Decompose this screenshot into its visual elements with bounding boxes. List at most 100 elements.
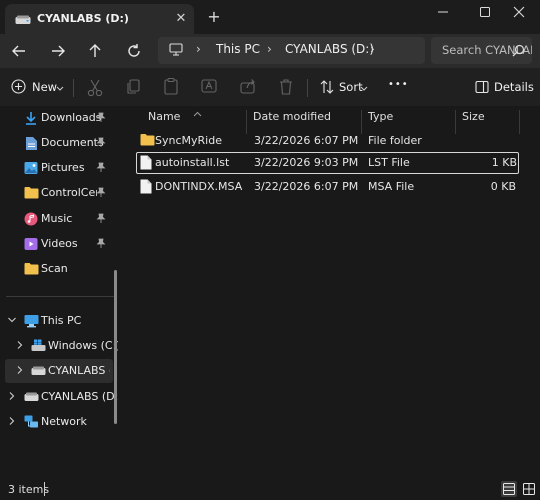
chevron-right-icon[interactable] [7,391,17,404]
sidebar-divider [6,296,114,297]
column-header-date-modified[interactable]: Date modified [253,110,331,123]
sidebar-item-label: Downloads [41,111,102,124]
breadcrumb-this-pc[interactable]: This PC [216,42,260,56]
column-header-size[interactable]: Size [462,110,485,123]
rename-icon[interactable] [200,68,218,106]
windows-drive-icon [31,339,46,355]
file-type: File folder [368,134,422,147]
file-date: 3/22/2026 6:07 PM [254,180,359,193]
search-icon [512,44,525,60]
new-label: New [32,80,58,94]
details-button[interactable]: Details [473,68,534,106]
close-window-icon[interactable] [508,2,530,22]
chevron-down-icon[interactable] [7,315,17,328]
sidebar-item-label: CYANLABS (D:) [41,390,118,403]
folder-icon [24,262,39,278]
sidebar-item-music[interactable]: Music [0,207,118,231]
tab-cyanlabs[interactable]: CYANLABS (D:) ✕ [5,4,194,34]
file-icon [140,179,152,197]
paste-icon[interactable] [162,68,180,106]
file-size: 0 KB [490,180,516,193]
search-box[interactable]: Search CYANLABS (D:) [431,37,532,64]
title-bar: CYANLABS (D:) ✕ + [0,0,540,34]
computer-icon [24,314,39,331]
table-row[interactable]: SyncMyRide 3/22/2026 6:07 PM File folder [136,130,519,152]
maximize-icon[interactable] [474,2,496,22]
share-icon[interactable] [239,68,257,106]
sidebar-item-videos[interactable]: Videos [0,232,118,256]
breadcrumb-cyanlabs[interactable]: CYANLABS (D:) [285,42,374,56]
sidebar-item-cyanlabs-removable[interactable]: CYANLABS (D:) [0,385,118,409]
status-divider [44,482,45,496]
up-button[interactable] [83,39,107,63]
column-divider[interactable] [519,110,520,134]
videos-icon [24,237,38,254]
file-name: DONTINDX.MSA [155,180,243,193]
network-icon [24,415,39,432]
back-button[interactable] [7,39,31,63]
drive-icon [24,392,39,405]
sidebar-item-label: Pictures [41,161,85,174]
item-count: 3 items [8,483,50,496]
delete-icon[interactable] [277,68,295,106]
documents-icon [25,136,38,154]
sidebar-item-label: Windows (C:) [48,339,118,352]
forward-button[interactable] [46,39,70,63]
sidebar-item-pictures[interactable]: Pictures [0,156,118,180]
column-header-type[interactable]: Type [368,110,393,123]
chevron-right-icon[interactable] [15,340,25,353]
pin-icon [96,162,106,176]
file-type: MSA File [368,180,415,193]
refresh-button[interactable] [122,39,146,63]
sidebar-item-downloads[interactable]: Downloads [0,106,118,130]
sidebar-item-label: Scan [41,262,68,275]
sort-icon [320,80,334,97]
sidebar-item-scan[interactable]: Scan [0,257,118,281]
folder-icon [140,133,155,149]
sidebar-item-label: This PC [41,314,82,327]
close-tab-icon[interactable]: ✕ [173,11,189,26]
copy-icon[interactable] [124,68,142,106]
column-header-name[interactable]: Name [148,110,180,123]
cut-icon[interactable] [86,68,104,106]
table-row[interactable]: DONTINDX.MSA 3/22/2026 6:07 PM MSA File … [136,176,519,198]
new-tab-button[interactable]: + [206,7,222,26]
more-options-button[interactable]: ••• [388,79,409,90]
sidebar-item-windows-c[interactable]: Windows (C:) [0,334,118,358]
sidebar-item-label: CYANLABS (D:) [48,364,110,377]
sidebar-item-cyanlabs-d[interactable]: CYANLABS (D:) [5,359,113,383]
breadcrumb-separator[interactable]: › [267,42,272,56]
sidebar-item-controlcenter[interactable]: ControlCenter [0,181,118,205]
table-row[interactable]: autoinstall.lst 3/22/2026 9:03 PM LST Fi… [136,152,519,174]
file-icon [140,155,152,173]
downloads-icon [24,111,38,128]
command-bar: New Sort ••• Details [0,68,540,106]
navigation-pane: Downloads Documents Pictures ControlCent… [0,106,118,476]
breadcrumb-separator[interactable]: › [370,42,375,56]
sort-button[interactable]: Sort [318,68,374,106]
address-bar[interactable]: › This PC › CYANLABS (D:) › [158,37,425,64]
pictures-icon [24,161,38,178]
sidebar-item-network[interactable]: Network [0,410,118,434]
sort-ascending-icon [193,110,202,119]
pin-icon [96,213,106,227]
pin-icon [96,112,106,126]
pin-icon [96,137,106,151]
file-name: autoinstall.lst [155,156,230,169]
pin-icon [96,187,106,201]
tiles-view-icon[interactable] [521,481,537,497]
file-size: 1 KB [491,156,517,169]
file-list: Name Date modified Type Size SyncMyRide … [118,106,540,476]
details-view-icon[interactable] [501,481,517,497]
new-button[interactable]: New [8,68,68,106]
sidebar-item-documents[interactable]: Documents [0,131,118,155]
sidebar-scrollbar[interactable] [114,270,117,424]
toolbar-divider [73,79,74,97]
sidebar-item-this-pc[interactable]: This PC [0,309,118,333]
tab-title: CYANLABS (D:) [37,12,129,25]
minimize-icon[interactable] [432,2,454,22]
chevron-right-icon[interactable] [7,416,17,429]
chevron-right-icon[interactable] [15,365,25,378]
sidebar-item-label: Documents [41,136,104,149]
navigation-row: › This PC › CYANLABS (D:) › Search CYANL… [0,34,540,68]
